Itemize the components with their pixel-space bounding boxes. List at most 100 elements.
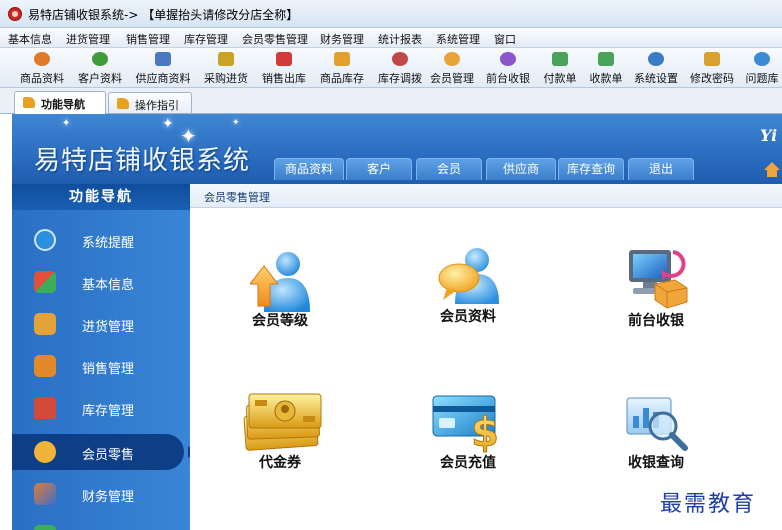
toolbar-supplier-button[interactable]: 供应商资料 [130,50,196,86]
tile-label: 会员等级 [252,313,308,329]
toolbar-product-button[interactable]: 商品资料 [14,50,70,86]
menu-finance[interactable]: 财务管理 [320,31,364,47]
toolbar-transfer-button[interactable]: 库存调拨 [372,50,428,86]
info-icon [34,229,56,251]
payment-icon [552,52,568,66]
toolbar: 商品资料 客户资料 供应商资料 采购进货 销售出库 商品库存 库存调拨 会员管理… [0,48,782,88]
member-icon [444,52,460,66]
sidebar-item-sales[interactable]: 销售管理 [12,348,190,384]
sidebar-item-finance[interactable]: 财务管理 [12,476,190,512]
folder-icon [23,97,35,108]
sparkle-icon: ✦ [162,116,174,132]
brand-mark: Yi [760,126,778,145]
sidebar-item-purchase[interactable]: 进货管理 [12,306,190,342]
cashier-icon [500,52,516,66]
toolbar-help-button[interactable]: 问题库 [742,50,782,86]
title-bar: 易特店铺收银系统-> 【单握抬头请修改分店全称】 [0,0,782,28]
box-out-icon [34,355,56,377]
tab-strip: 功能导航 操作指引 [0,88,782,114]
sparkle-icon: ✦ [232,118,240,128]
banner-tab-customer[interactable]: 客户 [346,158,412,180]
box-in-icon [34,313,56,335]
menu-inventory[interactable]: 库存管理 [184,31,228,47]
transfer-icon [392,52,408,66]
cashier-pc-icon [629,250,688,309]
recharge-card-icon: $ [432,395,499,454]
folder-icon [117,98,129,109]
customer-icon [92,52,108,66]
sidebar-item-more[interactable] [12,518,190,530]
member-icon [34,441,56,463]
menu-basic-info[interactable]: 基本信息 [8,31,52,47]
toolbar-cashier-button[interactable]: 前台收银 [482,50,534,86]
warehouse-icon [34,397,56,419]
blocks-icon [34,271,56,293]
tab-function-nav[interactable]: 功能导航 [14,91,106,114]
toolbar-receipt-button[interactable]: 收款单 [584,50,628,86]
menu-purchase[interactable]: 进货管理 [66,31,110,47]
sidebar-item-member-retail[interactable]: 会员零售 [12,434,190,470]
menu-window[interactable]: 窗口 [494,31,516,47]
help-icon [754,52,770,66]
app-name: 易特店铺收银系统 [34,146,251,176]
tile-label: 收银查询 [628,455,684,471]
toolbar-sales-button[interactable]: 销售出库 [256,50,312,86]
menu-sales[interactable]: 销售管理 [126,31,170,47]
tile-voucher[interactable]: 代金券 [205,388,355,498]
sidebar-item-basic-info[interactable]: 基本信息 [12,264,190,300]
window-title: 易特店铺收银系统-> 【单握抬头请修改分店全称】 [28,8,299,22]
banner-tab-supplier[interactable]: 供应商 [486,158,556,180]
cash-query-icon [626,397,688,451]
receipt-icon [598,52,614,66]
tile-label: 代金券 [259,455,301,471]
menu-system[interactable]: 系统管理 [436,31,480,47]
banner-tab-stock-query[interactable]: 库存查询 [558,158,624,180]
header-banner: ✦ ✦ ✦ ✦ 易特店铺收银系统 Yi 商品资料 客户 会员 供应商 库存查询 … [12,114,782,184]
banner-tab-product[interactable]: 商品资料 [274,158,344,180]
tile-label: 会员充值 [440,455,496,471]
toolbar-password-button[interactable]: 修改密码 [686,50,738,86]
tab-operation-guide[interactable]: 操作指引 [108,92,192,113]
toolbar-payment-button[interactable]: 付款单 [538,50,582,86]
purchase-icon [218,52,234,66]
menu-bar: 基本信息 进货管理 销售管理 库存管理 会员零售管理 财务管理 统计报表 系统管… [0,28,782,48]
home-icon[interactable] [764,162,780,177]
toolbar-settings-button[interactable]: 系统设置 [630,50,682,86]
product-icon [34,52,50,66]
supplier-icon [155,52,171,66]
tile-label: 前台收银 [628,313,684,329]
tile-member-level[interactable]: 会员等级 [205,240,355,350]
settings-icon [648,52,664,66]
toolbar-customer-button[interactable]: 客户资料 [72,50,128,86]
tile-member-recharge[interactable]: $ 会员充值 [393,388,543,498]
more-icon [34,525,56,530]
breadcrumb: 会员零售管理 [204,191,270,204]
watermark: 最需教育 [660,492,757,517]
finance-icon [34,483,56,505]
menu-member-retail[interactable]: 会员零售管理 [242,31,308,47]
toolbar-stock-button[interactable]: 商品库存 [314,50,370,86]
tile-label: 会员资料 [440,309,496,325]
banner-tab-exit[interactable]: 退出 [628,158,694,180]
tile-cash-query[interactable]: 收银查询 [581,388,731,498]
stock-icon [334,52,350,66]
voucher-icon [243,393,322,451]
toolbar-purchase-button[interactable]: 采购进货 [198,50,254,86]
sidebar-item-inventory[interactable]: 库存管理 [12,390,190,426]
sidebar: 功能导航 系统提醒 基本信息 进货管理 销售管理 库存管理 会员零售 财务管理 [12,184,190,530]
breadcrumb-bar: 会员零售管理 [190,184,782,208]
banner-tab-member[interactable]: 会员 [416,158,482,180]
sidebar-item-system-reminder[interactable]: 系统提醒 [12,222,190,258]
sparkle-icon: ✦ [62,118,71,129]
password-icon [704,52,720,66]
sidebar-header: 功能导航 [12,184,190,210]
app-icon [8,7,22,21]
tile-front-cashier[interactable]: 前台收银 [581,240,731,350]
tile-member-info[interactable]: 会员资料 [393,240,543,350]
toolbar-member-button[interactable]: 会员管理 [426,50,478,86]
member-level-icon [250,252,310,312]
menu-reports[interactable]: 统计报表 [378,31,422,47]
member-info-icon [438,248,499,304]
svg-text:$: $ [471,410,499,454]
sales-icon [276,52,292,66]
